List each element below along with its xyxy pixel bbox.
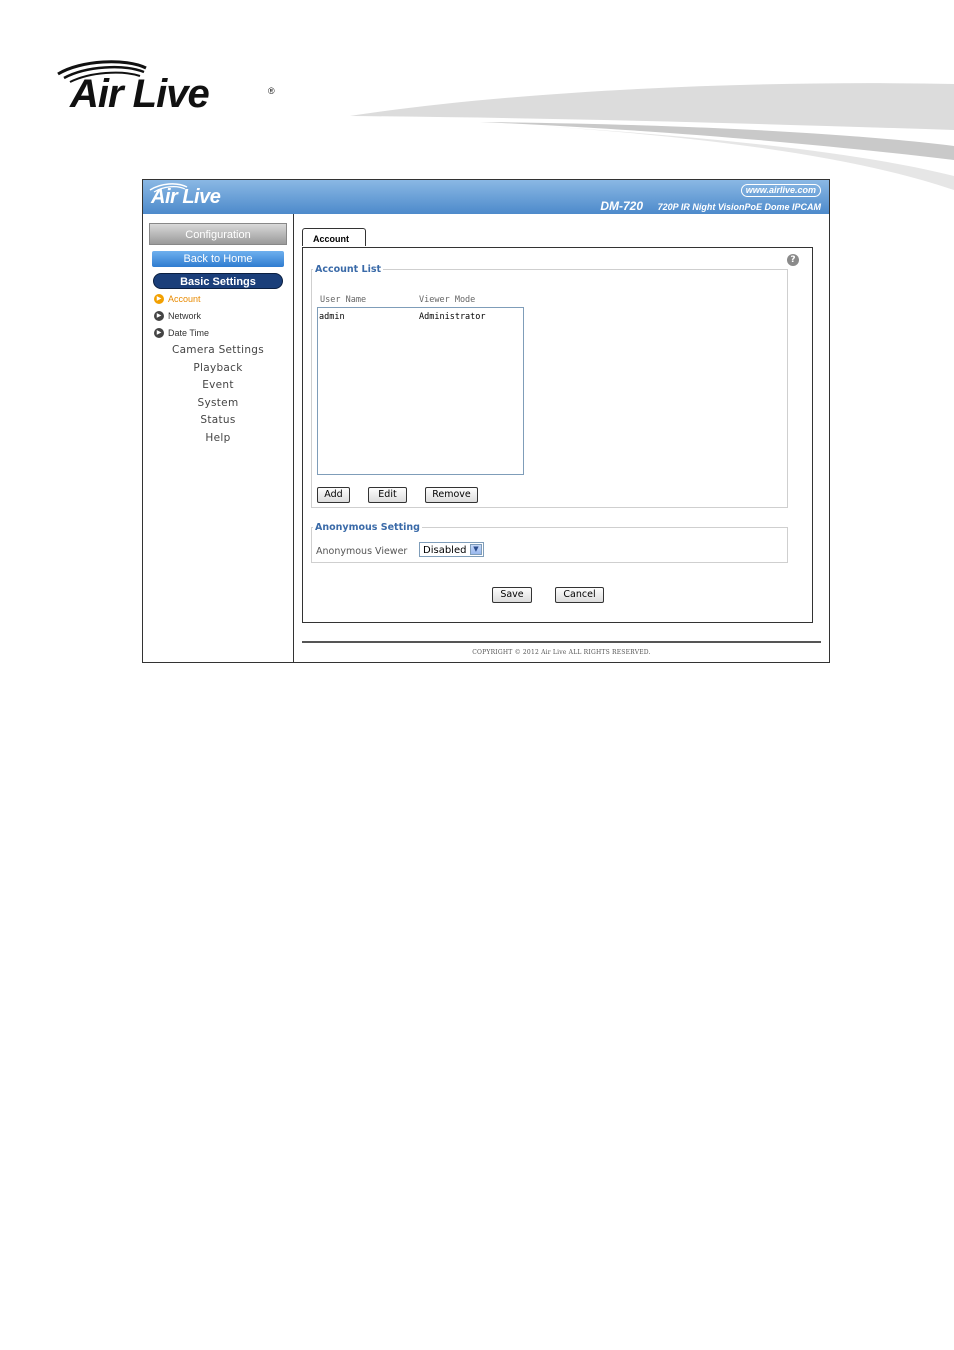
copyright-text: COPYRIGHT © 2012 Air Live ALL RIGHTS RES… [472,649,651,656]
list-item-user: admin [319,312,345,322]
sidebar-item-network[interactable]: ▶ Network [154,309,201,322]
sidebar-item-playback[interactable]: Playback [143,362,293,374]
remove-button[interactable]: Remove [425,487,478,503]
sidebar-configuration-header: Configuration [149,223,287,245]
play-bullet-icon: ▶ [154,327,164,338]
add-button[interactable]: Add [317,487,350,503]
list-item-mode: Administrator [419,312,486,322]
logo-text: Air Live [70,72,210,116]
footer-divider [302,641,821,643]
sidebar-item-label: Account [168,293,201,304]
account-panel: ? Account List User Name Viewer Mode adm… [302,247,813,623]
column-header-viewer-mode: Viewer Mode [419,295,476,305]
app-window: Air Live www.airlive.com DM-720 720P IR … [142,179,830,663]
sidebar-item-camera-settings[interactable]: Camera Settings [143,344,293,356]
anonymous-setting-group: Anonymous Setting Anonymous Viewer Disab… [311,522,788,563]
sidebar-basic-settings[interactable]: Basic Settings [153,273,283,289]
account-listbox[interactable]: admin Administrator [317,307,524,475]
sidebar-item-label: Network [168,310,202,321]
airlive-logo: Air Live ® [56,58,286,124]
account-list-group: Account List User Name Viewer Mode admin… [311,264,788,508]
banner-model: DM-720 [600,199,643,213]
sidebar-item-help[interactable]: Help [143,432,293,444]
anonymous-setting-legend: Anonymous Setting [315,522,420,533]
back-to-home-button[interactable]: Back to Home [152,251,284,267]
registered-mark: ® [268,86,275,96]
tab-account[interactable]: Account [302,228,366,246]
account-list-legend: Account List [315,264,382,275]
play-bullet-icon: ▶ [154,293,164,304]
content-area: Account ? Account List User Name Viewer … [294,214,829,662]
sidebar-item-label: Date Time [168,327,210,338]
play-bullet-icon: ▶ [154,310,164,321]
anonymous-viewer-value: Disabled [423,545,467,556]
anonymous-viewer-select[interactable]: Disabled ▼ [419,542,484,557]
cancel-button[interactable]: Cancel [555,587,604,603]
banner-logo-text: Air Live [151,186,221,208]
sidebar-item-account[interactable]: ▶ Account [154,292,201,305]
edit-button[interactable]: Edit [368,487,407,503]
help-icon[interactable]: ? [787,254,799,266]
sidebar-item-status[interactable]: Status [143,414,293,426]
banner-url-link[interactable]: www.airlive.com [740,184,821,197]
sidebar: Configuration Back to Home Basic Setting… [143,214,294,662]
sidebar-item-date-time[interactable]: ▶ Date Time [154,326,209,339]
chevron-down-icon[interactable]: ▼ [470,544,482,555]
header-decoration [350,83,954,190]
save-button[interactable]: Save [492,587,532,603]
anonymous-viewer-label: Anonymous Viewer [316,546,408,557]
sidebar-item-system[interactable]: System [143,397,293,409]
sidebar-item-event[interactable]: Event [143,379,293,391]
banner-description: 720P IR Night VisionPoE Dome IPCAM [657,202,821,212]
banner: Air Live www.airlive.com DM-720 720P IR … [143,180,829,214]
column-header-user-name: User Name [320,295,367,305]
